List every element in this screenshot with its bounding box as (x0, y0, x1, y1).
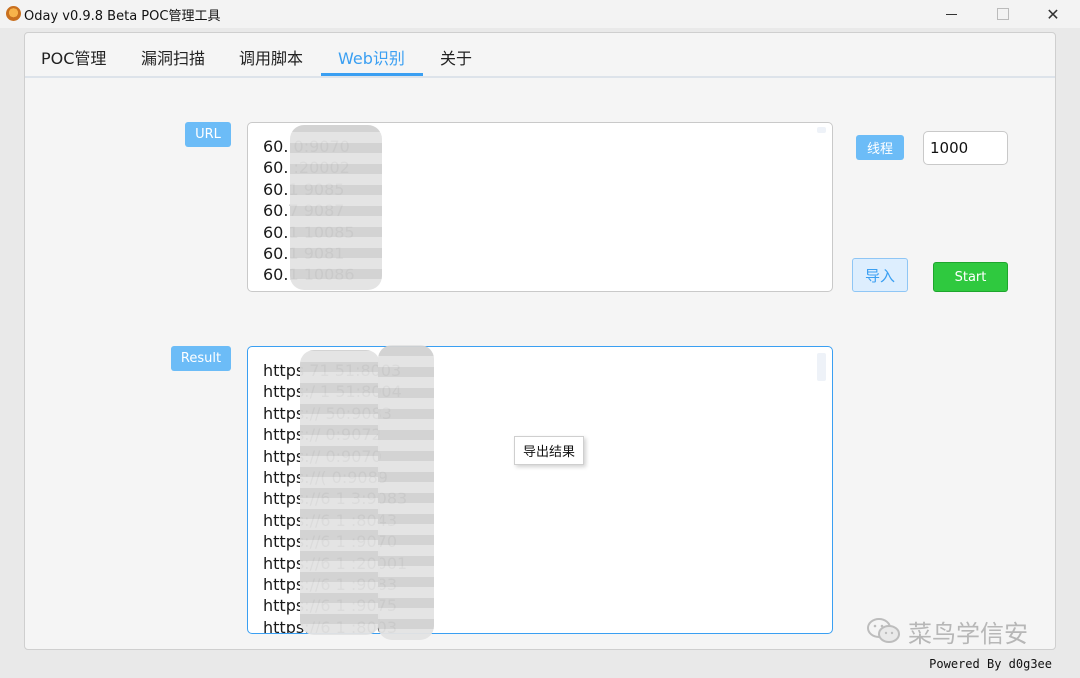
minimize-icon (945, 13, 957, 15)
thread-label: 线程 (856, 135, 904, 160)
window-title: Oday v0.9.8 Beta POC管理工具 (24, 9, 221, 24)
url-label: URL (185, 122, 231, 147)
active-tab-indicator (321, 73, 423, 76)
wechat-icon (867, 618, 900, 643)
app-logo-icon (6, 6, 21, 21)
tab-poc-manage[interactable]: POC管理 (41, 45, 106, 69)
redaction-mosaic (290, 125, 382, 290)
import-button[interactable]: 导入 (852, 258, 908, 292)
result-scrollbar[interactable] (817, 353, 826, 381)
watermark: 菜鸟学信安 (866, 614, 1028, 648)
tab-web-identify[interactable]: Web识别 (338, 45, 405, 69)
thread-count-input[interactable]: 1000 (923, 131, 1008, 165)
watermark-text: 菜鸟学信安 (908, 619, 1028, 648)
close-button[interactable]: ✕ (1030, 2, 1076, 26)
maximize-button[interactable] (980, 2, 1026, 26)
title-bar: Oday v0.9.8 Beta POC管理工具 ✕ (0, 0, 1080, 28)
minimize-button[interactable] (928, 2, 974, 26)
tab-vuln-scan[interactable]: 漏洞扫描 (141, 45, 205, 69)
footer-credit: Powered By d0g3ee (929, 657, 1052, 671)
result-label: Result (171, 346, 231, 371)
tab-call-script[interactable]: 调用脚本 (239, 45, 303, 69)
maximize-icon (997, 8, 1009, 20)
close-icon: ✕ (1046, 4, 1060, 24)
redaction-mosaic (300, 350, 380, 635)
url-scrollbar[interactable] (817, 127, 826, 133)
tab-bar: POC管理 漏洞扫描 调用脚本 Web识别 关于 (25, 33, 1055, 78)
tab-about[interactable]: 关于 (440, 45, 472, 69)
start-button[interactable]: Start (933, 262, 1008, 292)
context-menu-export-results[interactable]: 导出结果 (514, 436, 584, 465)
redaction-mosaic (378, 345, 434, 640)
